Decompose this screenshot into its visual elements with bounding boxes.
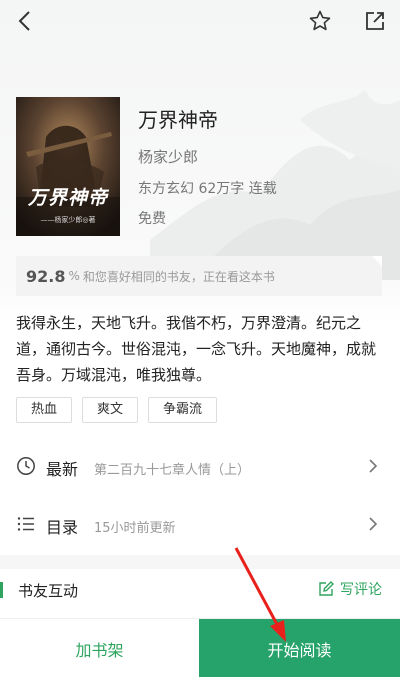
favorite-button[interactable]	[305, 6, 335, 36]
toc-label: 目录	[46, 518, 79, 537]
bottom-action-bar: 加书架 开始阅读	[0, 618, 400, 677]
tag-list: 热血 爽文 争霸流	[16, 397, 218, 423]
start-reading-label: 开始阅读	[267, 640, 332, 660]
write-comment-label: 写评论	[340, 582, 382, 598]
section-accent-bar	[0, 582, 3, 598]
tag-zhengbaliu[interactable]: 争霸流	[148, 397, 218, 423]
add-to-shelf-label: 加书架	[75, 640, 124, 660]
book-meta: 东方玄幻 62万字 连载	[138, 181, 277, 197]
back-arrow-icon	[18, 11, 30, 31]
start-reading-button[interactable]: 开始阅读	[199, 619, 400, 677]
list-icon	[17, 517, 34, 531]
background-mountain-art	[150, 90, 400, 280]
back-button[interactable]	[10, 6, 40, 36]
top-bar	[0, 0, 400, 44]
latest-chapter-row[interactable]: 最新 第二百九十七章人情（上）	[0, 446, 400, 486]
cover-credit: ——杨家少郎◎著	[40, 216, 96, 224]
clock-icon	[17, 457, 35, 475]
reader-match-banner: 92.8 % 和您喜好相同的书友，正在看这本书	[16, 256, 382, 296]
share-icon	[366, 12, 384, 30]
share-button[interactable]	[360, 6, 390, 36]
reader-interaction-header: 书友互动 写评论	[0, 572, 400, 608]
book-detail-page: 万界神帝 ——杨家少郎◎著 万界神帝 杨家少郎 东方玄幻 62万字 连载 免费 …	[0, 0, 400, 677]
chevron-right-icon	[369, 517, 378, 531]
book-cover[interactable]: 万界神帝 ——杨家少郎◎著	[16, 97, 120, 236]
edit-icon	[319, 581, 334, 596]
section-divider	[0, 555, 400, 569]
toc-update-time: 15小时前更新	[94, 521, 176, 536]
star-icon	[309, 10, 331, 31]
latest-chapter-title: 第二百九十七章人情（上）	[94, 463, 251, 478]
book-description[interactable]: 我得永生，天地飞升。我偕不朽，万界澄清。纪元之道，通彻古今。世俗混沌，一念飞升。…	[16, 310, 388, 388]
match-percent-sign: %	[68, 269, 80, 283]
cover-title: 万界神帝	[27, 187, 108, 209]
match-text: 和您喜好相同的书友，正在看这本书	[82, 269, 275, 284]
latest-label: 最新	[46, 460, 79, 479]
interaction-label: 书友互动	[18, 582, 79, 600]
match-percent: 92.8	[26, 266, 66, 286]
add-to-shelf-button[interactable]: 加书架	[0, 619, 199, 677]
tag-shuangwen[interactable]: 爽文	[82, 397, 139, 423]
table-of-contents-row[interactable]: 目录 15小时前更新	[0, 504, 400, 544]
book-title: 万界神帝	[138, 108, 218, 132]
tag-rexue[interactable]: 热血	[16, 397, 73, 423]
chevron-right-icon	[369, 459, 378, 473]
book-author[interactable]: 杨家少郎	[138, 146, 198, 167]
write-comment-button[interactable]: 写评论	[318, 579, 382, 599]
book-price: 免费	[138, 211, 166, 227]
